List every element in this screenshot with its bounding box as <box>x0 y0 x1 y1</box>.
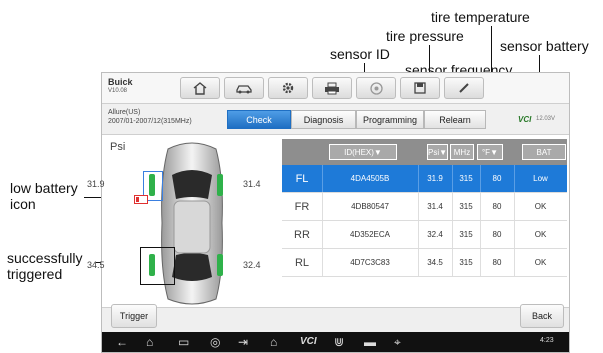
vci-manager-icon[interactable]: ⋓ <box>334 334 344 350</box>
table-row[interactable]: FL 4DA4505B 31.9 315 80 Low <box>282 165 567 193</box>
table-row[interactable]: FR 4DB80547 31.4 315 80 OK <box>282 193 567 221</box>
cell-sensor-id: 4DA4505B <box>350 174 390 183</box>
battery-voltage: 12.03V <box>536 116 556 122</box>
triggered-frame <box>140 247 175 285</box>
recent-apps-icon[interactable]: ▭ <box>178 334 189 350</box>
screenshot-icon[interactable]: ⇥ <box>238 334 248 350</box>
cell-position: FR <box>294 200 310 213</box>
back-button[interactable]: Back <box>520 304 564 328</box>
browser-icon[interactable]: ◎ <box>210 334 220 350</box>
annotation-low-battery-icon: low battery icon <box>10 180 78 212</box>
table-header: ID(HEX)▼ Psi▼ MHz °F▼ BAT <box>282 139 567 165</box>
tpms-screen: Buick V10.08 Allure(US) 2007/01-2007/12(… <box>87 72 570 353</box>
tab-check[interactable]: Check <box>227 110 291 129</box>
car-icon <box>236 85 252 94</box>
annotation-sensor-id: sensor ID <box>330 46 390 62</box>
top-toolbar: Buick V10.08 <box>102 73 569 104</box>
clock: 4:23 <box>540 337 554 344</box>
cell-temperature: 80 <box>492 174 502 183</box>
cell-temperature: 80 <box>492 202 502 211</box>
print-button[interactable] <box>312 77 352 99</box>
cell-frequency: 315 <box>459 202 473 211</box>
bottom-action-bar: Trigger Back <box>102 304 569 333</box>
car-icon[interactable]: ▬ <box>364 334 376 350</box>
cell-sensor-id: 4D352ECA <box>349 230 391 239</box>
edit-button[interactable] <box>444 77 484 99</box>
wheel-fl-tire <box>149 174 155 196</box>
header-battery: BAT <box>522 144 566 160</box>
cell-frequency: 315 <box>459 230 473 239</box>
pressure-unit-label: Psi <box>110 141 126 153</box>
annotation-low-battery-line2: icon <box>10 196 36 212</box>
annotation-sensor-battery: sensor battery <box>500 38 589 54</box>
tab-diagnosis[interactable]: Diagnosis <box>291 110 356 129</box>
model-year-frequency: 2007/01-2007/12(315MHz) <box>108 118 192 125</box>
model-name: Allure(US) <box>108 109 141 116</box>
wheel-rr-tire <box>217 254 223 276</box>
cell-sensor-id: 4DB80547 <box>351 202 389 211</box>
vci-logo: VCI <box>518 115 532 124</box>
table-row[interactable]: RR 4D352ECA 32.4 315 80 OK <box>282 221 567 249</box>
tab-relearn[interactable]: Relearn <box>424 110 486 129</box>
settings-button[interactable] <box>268 77 308 99</box>
car-shop-icon[interactable]: ⌖ <box>394 334 401 350</box>
cell-pressure: 31.4 <box>427 202 443 211</box>
wheel-fr-tire <box>217 174 223 196</box>
vehicle-version: V10.08 <box>108 88 128 94</box>
vehicle-title: Buick <box>108 77 133 87</box>
maxisys-home-icon[interactable]: ⌂ <box>270 334 277 350</box>
cell-battery: OK <box>534 230 547 239</box>
home-button[interactable] <box>180 77 220 99</box>
wheel-rl-pressure: 34.5 <box>87 260 105 270</box>
cell-pressure: 31.9 <box>427 174 443 183</box>
cell-battery: Low <box>533 174 548 183</box>
system-nav-bar: ← ⌂ ▭ ◎ ⇥ ⌂ VCI ⋓ ▬ ⌖ 4:23 <box>102 332 569 352</box>
cell-frequency: 315 <box>459 174 473 183</box>
wheel-fl-pressure: 31.9 <box>87 179 105 189</box>
annotation-low-battery-line1: low battery <box>10 180 78 196</box>
cell-temperature: 80 <box>492 230 502 239</box>
help-icon <box>369 81 383 95</box>
table-row[interactable]: RL 4D7C3C83 34.5 315 80 OK <box>282 249 567 277</box>
help-button[interactable] <box>356 77 396 99</box>
low-battery-icon <box>134 195 148 204</box>
wheel-rr-pressure: 32.4 <box>243 260 261 270</box>
cell-battery: OK <box>534 202 547 211</box>
cell-position: RR <box>294 228 310 241</box>
save-icon <box>414 82 426 94</box>
header-temperature[interactable]: °F▼ <box>477 144 503 160</box>
content-area: Psi 31.9 31.4 34.5 32.4 ID(HEX)▼ Psi▼ MH… <box>87 135 569 307</box>
edit-icon <box>459 83 469 93</box>
cell-temperature: 80 <box>492 258 502 267</box>
home-icon[interactable]: ⌂ <box>146 334 153 350</box>
wheel-rl-tire <box>149 254 155 276</box>
vehicle-swap-button[interactable] <box>224 77 264 99</box>
header-sensor-id[interactable]: ID(HEX)▼ <box>329 144 397 160</box>
cell-pressure: 34.5 <box>427 258 443 267</box>
annotation-tire-pressure: tire pressure <box>386 28 464 44</box>
vci-icon[interactable]: VCI <box>300 334 317 350</box>
cell-sensor-id: 4D7C3C83 <box>350 258 390 267</box>
home-icon <box>193 81 207 95</box>
annotation-triggered-line1: successfully <box>7 250 83 266</box>
cell-frequency: 315 <box>459 258 473 267</box>
function-tabs-bar: Allure(US) 2007/01-2007/12(315MHz) Check… <box>102 104 569 135</box>
tab-programming[interactable]: Programming <box>356 110 424 129</box>
annotation-tire-temperature: tire temperature <box>431 9 530 25</box>
cell-position: FL <box>295 172 309 185</box>
header-frequency: MHz <box>450 144 474 160</box>
back-arrow-icon[interactable]: ← <box>116 334 128 350</box>
save-button[interactable] <box>400 77 440 99</box>
gear-icon <box>282 82 294 94</box>
annotation-successfully-triggered: successfully triggered <box>7 250 82 282</box>
header-pressure[interactable]: Psi▼ <box>427 144 448 160</box>
cell-position: RL <box>294 256 310 269</box>
printer-icon <box>325 82 339 94</box>
trigger-button[interactable]: Trigger <box>111 304 157 328</box>
annotation-triggered-line2: triggered <box>7 266 63 282</box>
cell-battery: OK <box>534 258 547 267</box>
wheel-fr-pressure: 31.4 <box>243 179 261 189</box>
cell-pressure: 32.4 <box>427 230 443 239</box>
